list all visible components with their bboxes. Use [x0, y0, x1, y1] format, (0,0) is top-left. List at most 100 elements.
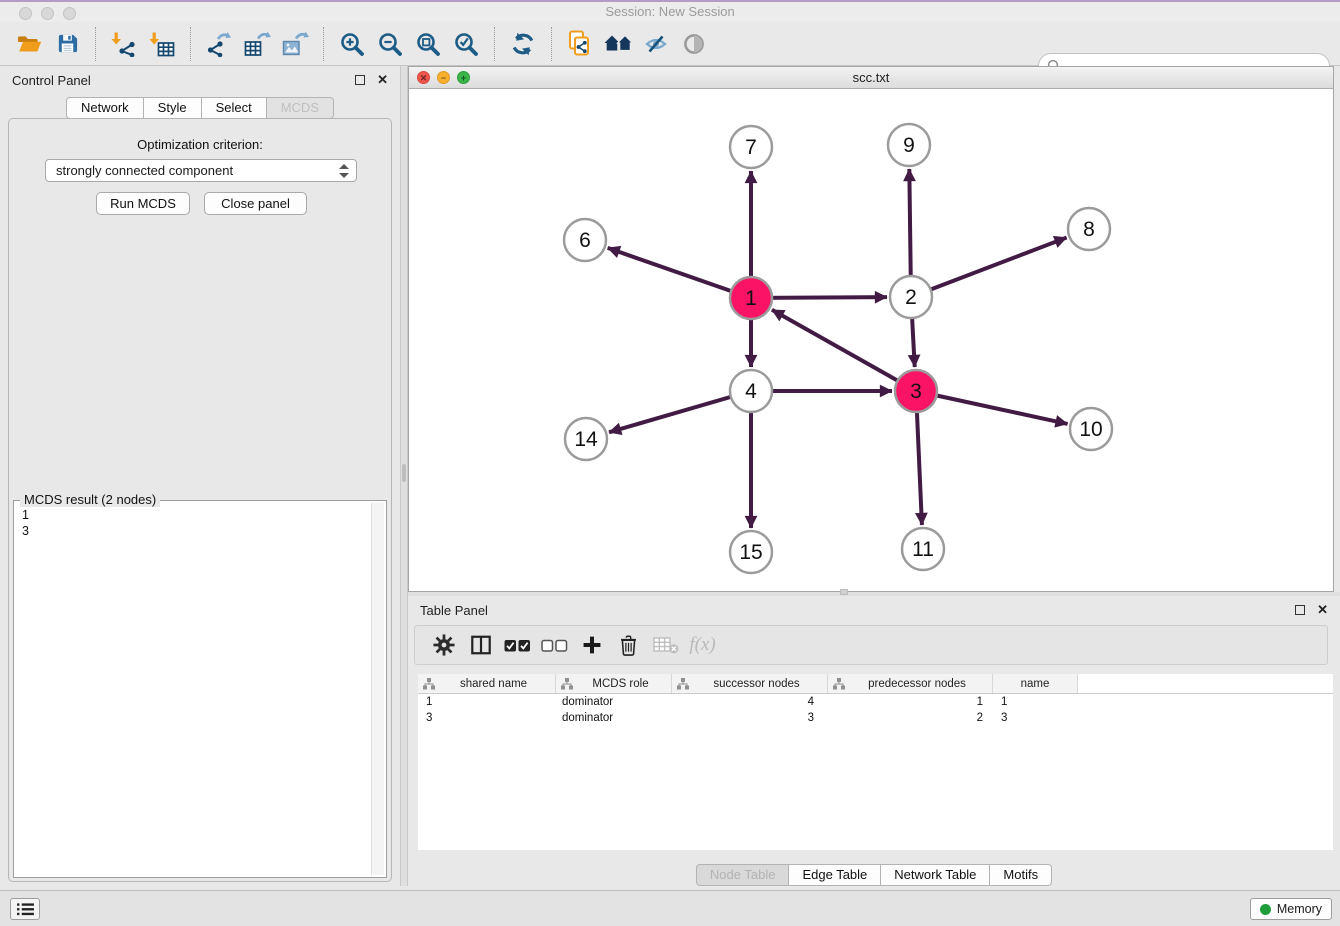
edge-3-10[interactable] — [916, 391, 1068, 424]
close-panel-icon[interactable]: ✕ — [377, 75, 388, 85]
mcds-result-group: MCDS result (2 nodes) 1 3 — [13, 500, 387, 878]
close-panel-button[interactable]: Close panel — [204, 192, 307, 215]
graph-node-label-3: 3 — [910, 380, 922, 403]
optimization-criterion-label: Optimization criterion: — [9, 137, 391, 152]
column-header-successor-nodes[interactable]: successor nodes — [672, 674, 828, 693]
table-row[interactable]: 1dominator411 — [418, 694, 1333, 710]
import-network-icon[interactable] — [105, 24, 143, 64]
splitter-grip[interactable] — [840, 589, 848, 595]
zoom-selected-icon[interactable] — [447, 24, 485, 64]
tab-network[interactable]: Network — [66, 97, 144, 119]
column-header-shared-name[interactable]: shared name — [418, 674, 556, 693]
list-icon — [16, 902, 35, 917]
toolbar-separator — [323, 27, 324, 61]
export-table-icon[interactable] — [238, 24, 276, 64]
table-body: 1dominator4113dominator323 — [418, 694, 1333, 726]
tab-network-table[interactable]: Network Table — [881, 864, 990, 886]
table-cell: 1 — [418, 694, 556, 710]
table-panel-header: Table Panel ✕ — [408, 596, 1340, 624]
tab-edge-table[interactable]: Edge Table — [789, 864, 881, 886]
control-panel: Control Panel ✕ NetworkStyleSelectMCDS O… — [0, 66, 400, 886]
network-window-title: scc.txt — [409, 67, 1333, 88]
hide-details-icon[interactable] — [637, 24, 675, 64]
edge-2-8[interactable] — [911, 238, 1067, 297]
network-canvas[interactable]: 7968124314101511 — [409, 89, 1333, 591]
home-icon[interactable] — [599, 24, 637, 64]
window-maximize-button[interactable] — [63, 7, 76, 20]
criterion-dropdown[interactable]: strongly connected component — [45, 159, 357, 182]
window-minimize-button[interactable] — [41, 7, 54, 20]
network-graph[interactable]: 7968124314101511 — [409, 89, 1333, 591]
function-builder-icon[interactable]: f(x) — [684, 627, 721, 663]
show-details-icon[interactable] — [675, 24, 713, 64]
memory-button[interactable]: Memory — [1250, 898, 1332, 920]
select-all-icon[interactable] — [499, 627, 536, 663]
graph-node-label-11: 11 — [912, 538, 934, 561]
table-cell: 1 — [828, 694, 993, 710]
mcds-result-text[interactable]: 1 3 — [16, 505, 370, 875]
splitter-grip[interactable] — [402, 464, 406, 482]
result-scrollbar[interactable] — [371, 503, 384, 875]
tab-style[interactable]: Style — [144, 97, 202, 119]
table-header-row: shared nameMCDS rolesuccessor nodesprede… — [418, 674, 1333, 694]
window-close-button[interactable] — [19, 7, 32, 20]
status-bar: Memory — [0, 890, 1340, 926]
zoom-fit-icon[interactable] — [409, 24, 447, 64]
table-cell: 3 — [418, 710, 556, 726]
copy-network-icon[interactable] — [561, 24, 599, 64]
memory-label: Memory — [1277, 902, 1322, 916]
run-mcds-button[interactable]: Run MCDS — [96, 192, 190, 215]
network-zoom-button[interactable]: + — [457, 71, 470, 84]
graph-node-label-8: 8 — [1083, 218, 1095, 241]
edge-3-1[interactable] — [772, 310, 916, 391]
open-folder-icon[interactable] — [10, 24, 48, 64]
node-table: shared nameMCDS rolesuccessor nodesprede… — [418, 674, 1333, 850]
columns-icon[interactable] — [462, 627, 499, 663]
delete-table-icon[interactable] — [647, 627, 684, 663]
export-network-icon[interactable] — [200, 24, 238, 64]
zoom-in-icon[interactable] — [333, 24, 371, 64]
tab-node-table[interactable]: Node Table — [696, 864, 790, 886]
float-panel-icon[interactable] — [1295, 605, 1305, 615]
unselect-all-icon[interactable] — [536, 627, 573, 663]
refresh-icon[interactable] — [504, 24, 542, 64]
criterion-dropdown-value: strongly connected component — [56, 163, 233, 178]
tab-select[interactable]: Select — [202, 97, 267, 119]
column-header-name[interactable]: name — [993, 674, 1078, 693]
graph-node-label-1: 1 — [745, 287, 757, 310]
tab-motifs[interactable]: Motifs — [990, 864, 1052, 886]
table-cell: 1 — [993, 694, 1078, 710]
network-minimize-button[interactable]: − — [437, 71, 450, 84]
graph-node-label-4: 4 — [745, 380, 757, 403]
edge-1-6[interactable] — [608, 248, 751, 298]
control-panel-tabs: NetworkStyleSelectMCDS — [0, 97, 400, 119]
add-column-icon[interactable] — [573, 627, 610, 663]
table-toolbar: f(x) — [414, 625, 1328, 665]
close-panel-icon[interactable]: ✕ — [1317, 605, 1328, 615]
task-history-button[interactable] — [10, 898, 40, 920]
vertical-splitter[interactable] — [400, 66, 408, 886]
dropdown-stepper-icon — [339, 163, 349, 179]
table-cell: dominator — [556, 694, 672, 710]
control-panel-title: Control Panel — [12, 73, 91, 88]
table-cell: 3 — [672, 710, 828, 726]
delete-column-icon[interactable] — [610, 627, 647, 663]
app-title: Session: New Session — [0, 2, 1340, 22]
table-cell: 4 — [672, 694, 828, 710]
export-image-icon[interactable] — [276, 24, 314, 64]
network-window: ✕ − + scc.txt 7968124314101511 — [408, 66, 1334, 592]
import-table-icon[interactable] — [143, 24, 181, 64]
control-panel-header: Control Panel ✕ — [0, 66, 400, 94]
zoom-out-icon[interactable] — [371, 24, 409, 64]
toolbar-separator — [95, 27, 96, 61]
network-close-button[interactable]: ✕ — [417, 71, 430, 84]
float-panel-icon[interactable] — [355, 75, 365, 85]
column-header-MCDS-role[interactable]: MCDS role — [556, 674, 672, 693]
gear-icon[interactable] — [425, 627, 462, 663]
tab-mcds[interactable]: MCDS — [267, 97, 334, 119]
table-row[interactable]: 3dominator323 — [418, 710, 1333, 726]
column-header-predecessor-nodes[interactable]: predecessor nodes — [828, 674, 993, 693]
save-icon[interactable] — [48, 24, 86, 64]
table-tabs: Node TableEdge TableNetwork TableMotifs — [408, 864, 1340, 886]
memory-status-icon — [1260, 904, 1271, 915]
